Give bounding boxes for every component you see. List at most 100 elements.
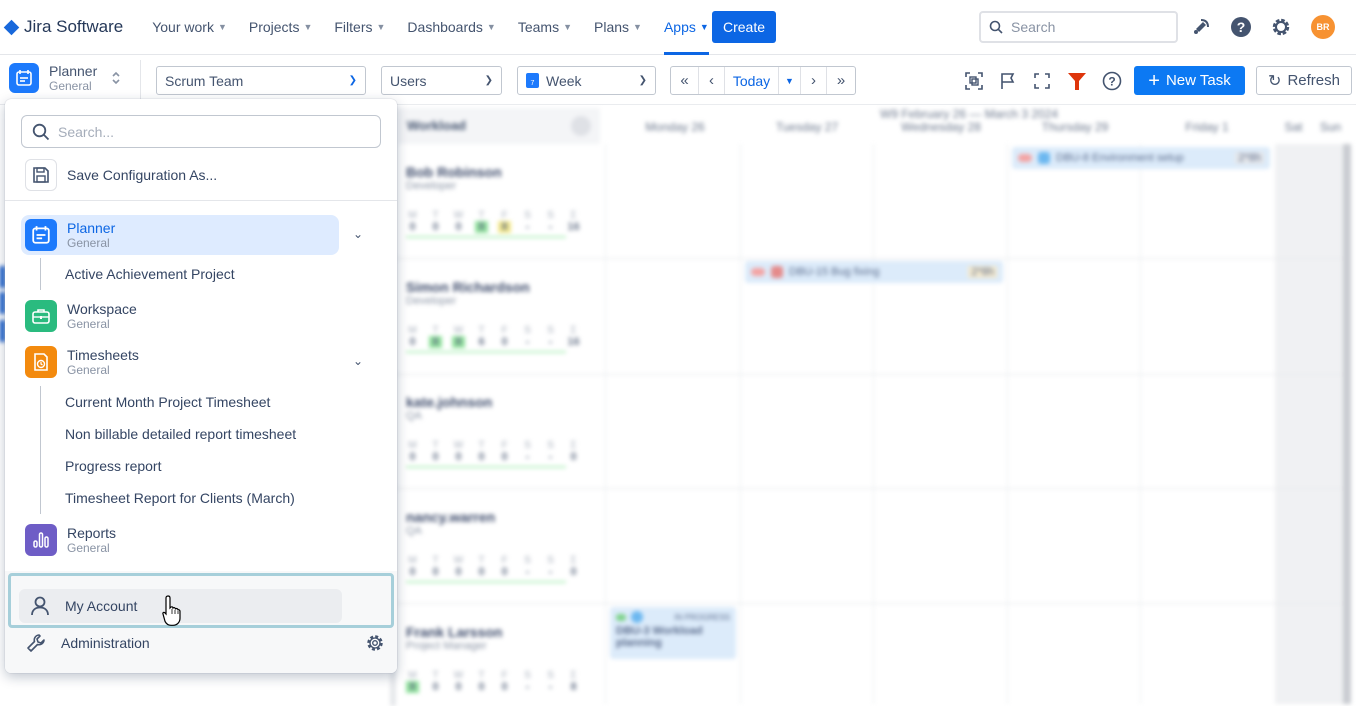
- gear-icon[interactable]: [365, 633, 385, 653]
- vertical-scrollbar[interactable]: [1343, 144, 1351, 704]
- flag-icon[interactable]: [997, 70, 1019, 92]
- expand-timesheets-chevron-icon[interactable]: ⌄: [353, 354, 363, 368]
- refresh-button[interactable]: ↻ Refresh: [1256, 66, 1352, 95]
- help-icon[interactable]: ?: [1229, 15, 1253, 39]
- focus-view-icon[interactable]: [963, 70, 985, 92]
- fullscreen-icon[interactable]: [1031, 70, 1053, 92]
- filter-icon[interactable]: [1066, 70, 1088, 92]
- brand-name: Jira Software: [24, 17, 124, 36]
- nav-apps[interactable]: Apps ▼: [663, 0, 709, 55]
- global-search-input[interactable]: Search: [979, 11, 1178, 43]
- team-select[interactable]: Scrum Team ❯: [156, 66, 366, 95]
- workload-values: 00000--0: [409, 451, 577, 463]
- menu-subitem[interactable]: Non billable detailed report timesheet: [65, 426, 296, 442]
- day-column: [740, 144, 741, 704]
- jira-logo[interactable]: Jira Software: [3, 17, 123, 37]
- period-select[interactable]: 7 Week ❯: [517, 66, 656, 95]
- row-divider: [395, 374, 1345, 375]
- nav-teams[interactable]: Teams ▼: [518, 0, 572, 55]
- menu-app-workspace[interactable]: Workspace General: [21, 296, 339, 336]
- next-period-fast-button[interactable]: »: [827, 67, 855, 94]
- workload-values: 0 0 0 8 8- -16: [409, 221, 580, 233]
- weekday-letters: MTWTFSSΣ: [408, 440, 577, 451]
- app-switcher-button[interactable]: Planner General: [9, 63, 121, 93]
- toolbar-divider: [140, 60, 141, 100]
- issue-type-icon: [771, 266, 783, 278]
- menu-search-input[interactable]: Search...: [21, 115, 381, 148]
- task-tag: 2*8h: [968, 266, 997, 278]
- save-configuration-button[interactable]: Save Configuration As...: [25, 159, 217, 191]
- administration-item[interactable]: Administration: [25, 631, 385, 655]
- person-name: kate.johnson: [406, 394, 493, 410]
- task-tag: 2*8h: [1235, 152, 1264, 164]
- workload-header: Workload: [395, 108, 600, 144]
- planner-app-icon: [9, 63, 39, 93]
- next-period-button[interactable]: ›: [801, 67, 827, 94]
- workload-values: 80000--8: [406, 681, 580, 693]
- weekend-columns: [1275, 144, 1345, 704]
- settings-icon[interactable]: [1269, 15, 1293, 39]
- weekday-letters: MTWTFSSΣ: [408, 555, 577, 566]
- user-avatar[interactable]: BR: [1311, 15, 1335, 39]
- nav-plans[interactable]: Plans ▼: [594, 0, 642, 55]
- notifications-icon[interactable]: [1189, 15, 1213, 39]
- nav-filters[interactable]: Filters ▼: [334, 0, 385, 55]
- row-divider: [395, 603, 1345, 604]
- nav-dashboards[interactable]: Dashboards ▼: [407, 0, 495, 55]
- day-column: [1140, 144, 1141, 704]
- app-title: Planner: [49, 63, 98, 79]
- menu-app-reports[interactable]: Reports General: [21, 520, 339, 560]
- wrench-icon: [27, 634, 45, 652]
- person-role: Project Manager: [406, 640, 487, 652]
- group-by-select[interactable]: Users ❯: [381, 66, 502, 95]
- new-task-button[interactable]: + New Task: [1134, 66, 1245, 95]
- menu-app-timesheets[interactable]: Timesheets General: [21, 342, 339, 382]
- menu-subitem[interactable]: Timesheet Report for Clients (March): [65, 490, 295, 506]
- task-card[interactable]: DBU-15 Bug fixing 2*8h: [745, 261, 1003, 283]
- chevron-down-icon: ❯: [484, 75, 493, 86]
- app-subtitle: General: [67, 236, 110, 250]
- help-circle-icon[interactable]: ?: [1101, 70, 1123, 92]
- app-title: Reports: [67, 525, 117, 541]
- svg-text:?: ?: [1237, 19, 1246, 35]
- create-button[interactable]: Create: [712, 11, 776, 43]
- menu-subitem[interactable]: Active Achievement Project: [65, 266, 235, 282]
- expand-planner-chevron-icon[interactable]: ⌄: [353, 227, 363, 241]
- administration-label: Administration: [61, 635, 150, 651]
- chevron-updown-icon: [112, 71, 120, 85]
- capacity-line: [406, 581, 566, 583]
- workspace-app-icon: [25, 300, 57, 332]
- nav-label: Projects: [248, 19, 300, 35]
- previous-period-button[interactable]: ‹: [699, 67, 725, 94]
- app-subtitle: General: [67, 541, 110, 555]
- day-header: Thursday 29: [1041, 120, 1109, 134]
- menu-subitem[interactable]: Progress report: [65, 458, 161, 474]
- row-divider: [395, 258, 1345, 259]
- day-header: Tuesday 27: [775, 120, 839, 134]
- nav-projects[interactable]: Projects ▼: [249, 0, 313, 55]
- weekday-letters: MTWTFSSΣ: [408, 325, 577, 336]
- chevron-down-icon: ▼: [486, 22, 496, 32]
- chevron-down-icon: ▼: [376, 22, 386, 32]
- priority-icon: [616, 613, 626, 621]
- hand-cursor-icon: [162, 594, 184, 631]
- person-role: QA: [406, 525, 422, 537]
- timesheets-app-icon: [25, 346, 57, 378]
- app-title: Workspace: [67, 301, 137, 317]
- today-button[interactable]: Today: [725, 67, 779, 94]
- previous-period-fast-button[interactable]: «: [671, 67, 699, 94]
- calendar-icon: 7: [526, 73, 539, 88]
- today-dropdown-button[interactable]: ▼: [779, 67, 801, 94]
- person-name: Simon Richardson: [406, 279, 530, 295]
- task-card[interactable]: IN PROGRESS DBU-3 Workload planning: [610, 607, 736, 659]
- menu-subitem[interactable]: Current Month Project Timesheet: [65, 394, 270, 410]
- app-subtitle: General: [49, 79, 92, 93]
- weekday-letters: MTWTFSSΣ: [408, 210, 577, 221]
- team-select-value: Scrum Team: [165, 72, 244, 89]
- my-account-label: My Account: [65, 598, 138, 614]
- nav-your-work[interactable]: Your work ▼: [152, 0, 227, 55]
- day-header: Sun: [1319, 120, 1342, 134]
- task-card[interactable]: DBU-8 Environment setup 2*8h: [1012, 147, 1270, 169]
- menu-app-planner[interactable]: Planner General: [21, 215, 339, 255]
- app-subtitle: General: [67, 363, 110, 377]
